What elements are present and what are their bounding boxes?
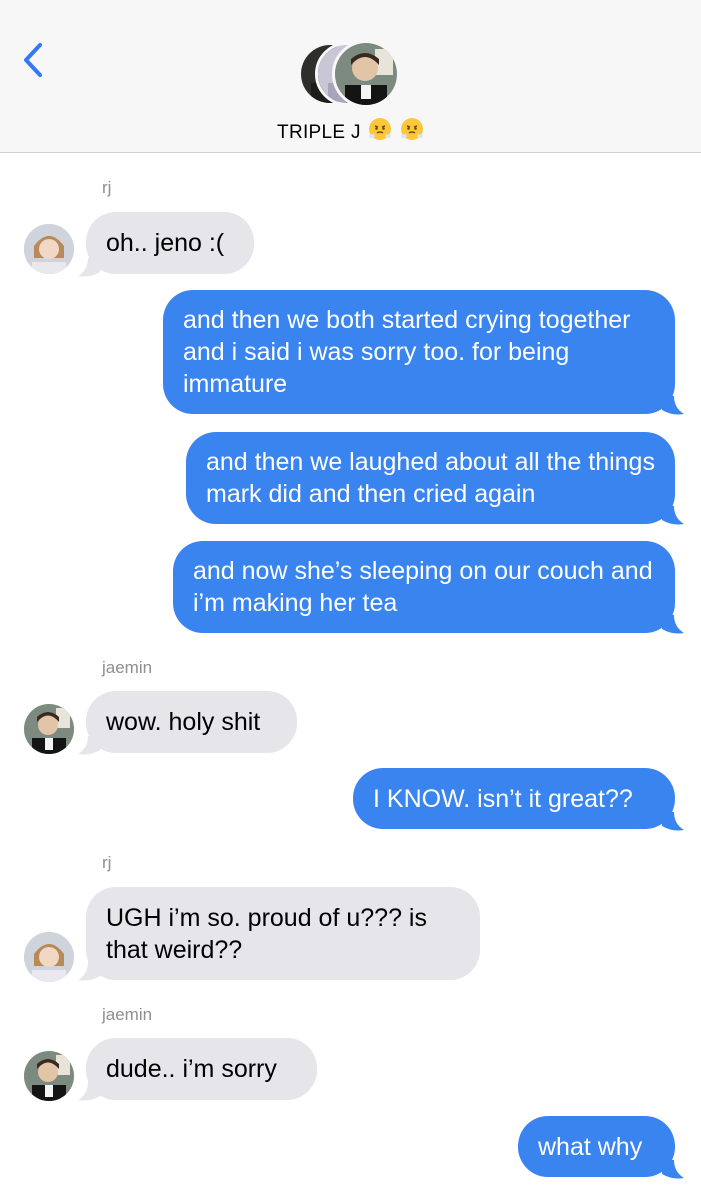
- message-bubble-incoming[interactable]: wow. holy shit: [86, 691, 297, 753]
- group-title[interactable]: TRIPLE J: [0, 117, 701, 149]
- sender-name: jaemin: [102, 658, 153, 677]
- sender-name: rj: [102, 853, 112, 872]
- rj-avatar[interactable]: [24, 932, 74, 982]
- message-bubble-outgoing[interactable]: and then we both started crying together…: [163, 290, 675, 414]
- steam-face-emoji-icon: [400, 117, 424, 149]
- message-bubble-outgoing[interactable]: and now she’s sleeping on our couch and …: [173, 541, 675, 633]
- steam-face-emoji-icon: [368, 117, 392, 149]
- group-name: TRIPLE J: [277, 122, 361, 144]
- message-bubble-incoming[interactable]: dude.. i’m sorry: [86, 1038, 317, 1100]
- chat-header: TRIPLE J: [0, 0, 701, 153]
- rj-avatar[interactable]: [24, 224, 74, 274]
- message-bubble-incoming[interactable]: oh.. jeno :(: [86, 212, 254, 274]
- group-avatar-stack[interactable]: [298, 40, 404, 110]
- chevron-left-icon: [24, 43, 42, 77]
- sender-name: jaemin: [102, 1005, 153, 1024]
- message-bubble-outgoing[interactable]: and then we laughed about all the things…: [186, 432, 675, 524]
- back-button[interactable]: [20, 40, 50, 80]
- member-avatar: [332, 40, 400, 108]
- jaemin-avatar[interactable]: [24, 704, 74, 754]
- message-bubble-incoming[interactable]: UGH i’m so. proud of u??? is that weird?…: [86, 887, 480, 980]
- sender-name: rj: [102, 178, 112, 197]
- message-bubble-outgoing[interactable]: what why: [518, 1116, 675, 1177]
- jaemin-avatar[interactable]: [24, 1051, 74, 1101]
- message-bubble-outgoing[interactable]: I KNOW. isn’t it great??: [353, 768, 675, 829]
